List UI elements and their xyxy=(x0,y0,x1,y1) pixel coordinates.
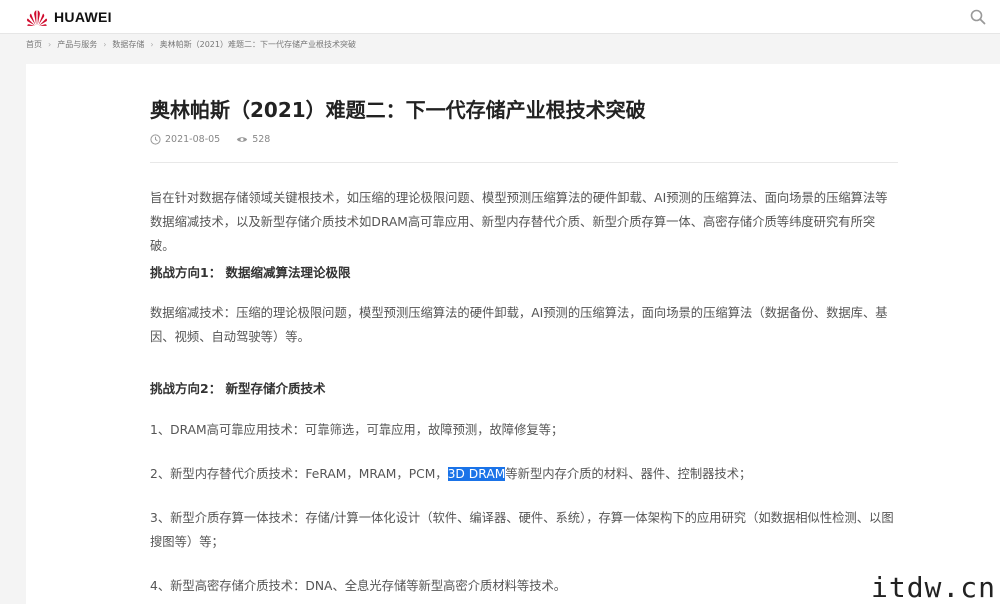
section2-heading: 挑战方向2： 新型存储介质技术 xyxy=(150,381,326,396)
section2-item2: 2、新型内存替代介质技术：FeRAM，MRAM，PCM，3D DRAM等新型内存… xyxy=(150,462,898,486)
view-count-text: 528 xyxy=(252,134,271,145)
publish-date-text: 2021-08-05 xyxy=(165,134,221,145)
clock-icon xyxy=(150,134,161,145)
eye-icon xyxy=(237,137,248,142)
site-watermark: itdw.cn xyxy=(870,571,996,604)
section2-item1: 1、DRAM高可靠应用技术：可靠筛选，可靠应用，故障预测，故障修复等； xyxy=(150,423,564,437)
breadcrumb-storage[interactable]: 数据存储 xyxy=(112,39,144,50)
breadcrumb-products[interactable]: 产品与服务 xyxy=(57,39,97,50)
item2-text-after: 等新型内存介质的材料、器件、控制器技术； xyxy=(505,467,752,481)
publish-date: 2021-08-05 xyxy=(150,134,220,145)
chevron-right-icon: › xyxy=(150,40,154,49)
section2-item4: 4、新型高密存储介质技术：DNA、全息光存储等新型高密介质材料等技术。 xyxy=(150,579,567,593)
title-divider xyxy=(150,162,898,163)
top-navigation-bar: HUAWEI xyxy=(0,0,1000,34)
article-card: 奥林帕斯（2021）难题二：下一代存储产业根技术突破 2021-08-05 52… xyxy=(26,64,1000,604)
huawei-petal-icon xyxy=(26,10,48,26)
search-button[interactable] xyxy=(970,9,986,25)
intro-paragraph: 旨在针对数据存储领域关键根技术，如压缩的理论极限问题、模型预测压缩算法的硬件卸载… xyxy=(150,191,888,253)
brand-name: HUAWEI xyxy=(54,9,112,25)
section1-heading: 挑战方向1： 数据缩减算法理论极限 xyxy=(150,265,351,280)
chevron-right-icon: › xyxy=(48,40,52,49)
search-icon xyxy=(970,9,986,25)
item2-text-before: 2、新型内存替代介质技术：FeRAM，MRAM，PCM， xyxy=(150,467,448,481)
chevron-right-icon: › xyxy=(103,40,107,49)
breadcrumb-home[interactable]: 首页 xyxy=(26,39,42,50)
breadcrumb: 首页 › 产品与服务 › 数据存储 › 奥林帕斯（2021）难题二：下一代存储产… xyxy=(26,39,356,50)
breadcrumb-bar: 首页 › 产品与服务 › 数据存储 › 奥林帕斯（2021）难题二：下一代存储产… xyxy=(0,35,1000,55)
page-title: 奥林帕斯（2021）难题二：下一代存储产业根技术突破 xyxy=(150,98,646,122)
view-count: 528 xyxy=(236,134,270,145)
breadcrumb-current: 奥林帕斯（2021）难题二：下一代存储产业根技术突破 xyxy=(159,40,356,49)
article-meta: 2021-08-05 528 xyxy=(150,134,286,145)
selected-text-highlight: 3D DRAM xyxy=(447,467,506,481)
section2-item3: 3、新型介质存算一体技术：存储/计算一体化设计（软件、编译器、硬件、系统），存算… xyxy=(150,511,894,549)
section1-body: 数据缩减技术：压缩的理论极限问题，模型预测压缩算法的硬件卸载，AI预测的压缩算法… xyxy=(150,306,888,344)
huawei-logo[interactable]: HUAWEI xyxy=(26,8,112,26)
